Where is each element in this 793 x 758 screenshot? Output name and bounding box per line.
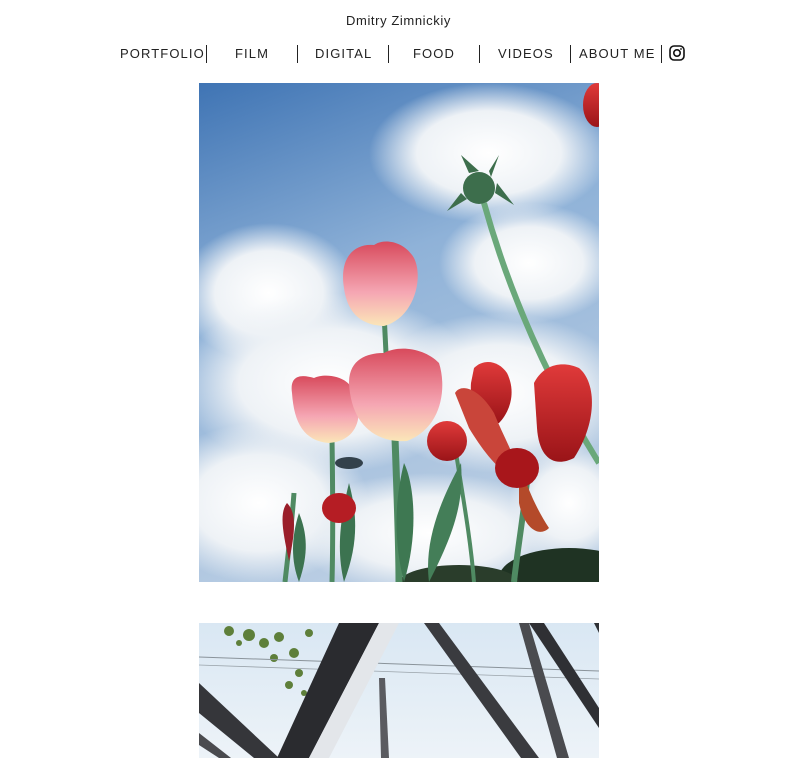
nav-separator [570,45,571,63]
nav-separator [206,45,207,63]
nav-separator [661,45,662,63]
gallery-photo-structure[interactable] [199,623,599,758]
nav-item-food[interactable]: FOOD [413,46,455,61]
nav-separator [479,45,480,63]
photo-image [199,83,599,582]
nav-separator [297,45,298,63]
nav-item-portfolio[interactable]: PORTFOLIO [120,46,205,61]
nav-separator [388,45,389,63]
nav-item-film[interactable]: FILM [235,46,269,61]
nav-item-videos[interactable]: VIDEOS [498,46,554,61]
gallery-photo-tulips[interactable] [199,83,599,582]
instagram-icon[interactable] [669,45,685,61]
nav-item-digital[interactable]: DIGITAL [315,46,372,61]
site-title[interactable]: Dmitry Zimnickiy [0,13,793,28]
nav-item-about-me[interactable]: ABOUT ME [579,46,655,61]
photo-image [199,623,599,758]
